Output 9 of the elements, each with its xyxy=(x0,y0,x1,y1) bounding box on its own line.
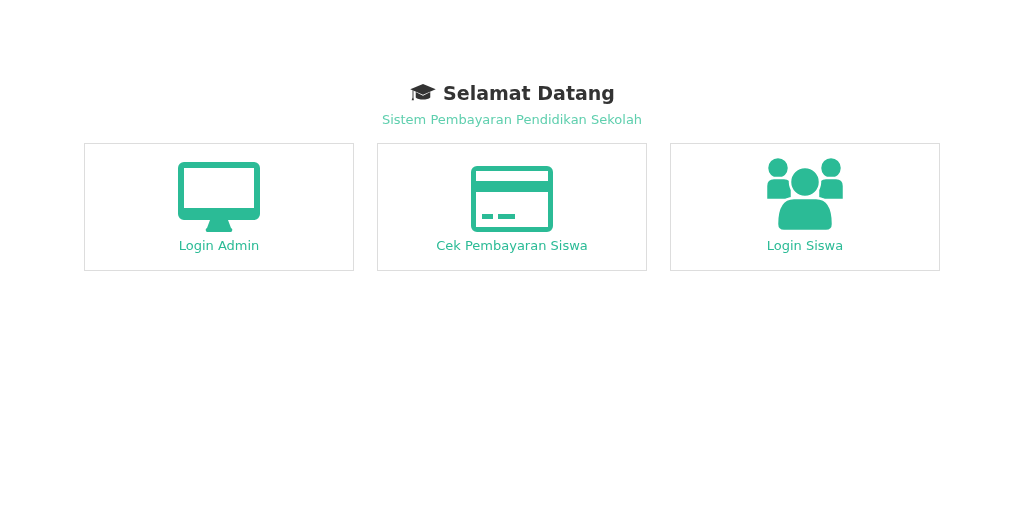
monitor-icon xyxy=(178,162,260,232)
page-subtitle: Sistem Pembayaran Pendidikan Sekolah xyxy=(381,112,643,127)
users-icon xyxy=(764,156,846,232)
credit-card-icon xyxy=(471,166,553,232)
menu-card[interactable]: Login Siswa xyxy=(670,143,940,271)
menu-card[interactable]: Login Admin xyxy=(84,143,354,271)
graduation-cap-icon xyxy=(409,83,438,103)
page-title: Selamat Datang xyxy=(443,82,615,104)
menu-card[interactable]: Cek Pembayaran Siswa xyxy=(377,143,647,271)
